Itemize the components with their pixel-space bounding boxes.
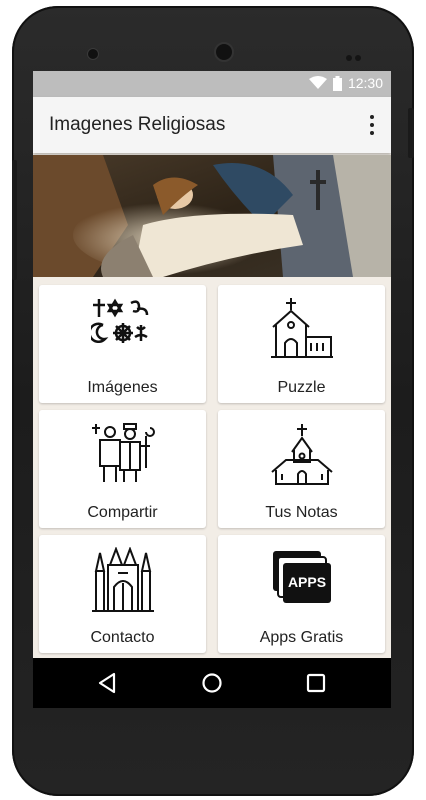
app-bar: Imagenes Religiosas: [33, 97, 391, 153]
tile-label: Imágenes: [87, 379, 158, 396]
earpiece-speaker: [214, 42, 234, 62]
status-time: 12:30: [347, 75, 383, 91]
back-icon[interactable]: [95, 670, 121, 696]
tile-label: Contacto: [90, 629, 155, 646]
cathedral-icon: [91, 547, 154, 612]
tile-tus-notas[interactable]: Tus Notas: [218, 410, 385, 528]
volume-button: [12, 160, 17, 280]
recents-icon[interactable]: [303, 670, 329, 696]
apps-stack-icon: APPS: [272, 551, 331, 603]
battery-icon: [332, 75, 342, 91]
power-button: [408, 108, 414, 158]
tile-apps-gratis[interactable]: APPS Apps Gratis: [218, 535, 385, 653]
wifi-icon: [308, 76, 327, 89]
tile-label: Compartir: [87, 504, 158, 521]
religion-symbols-icon: [90, 298, 148, 343]
chapel-icon: [270, 424, 333, 485]
front-camera: [87, 48, 99, 60]
status-bar: 12:30: [33, 71, 391, 97]
banner-image: [33, 155, 391, 277]
tile-label: Puzzle: [277, 379, 326, 396]
tile-label: Apps Gratis: [259, 629, 344, 646]
religious-painting: [33, 155, 391, 277]
church-icon: [270, 298, 333, 358]
home-icon[interactable]: [199, 670, 225, 696]
tile-label: Tus Notas: [265, 504, 338, 521]
tile-imagenes[interactable]: Imágenes: [39, 285, 206, 403]
apps-text: APPS: [287, 574, 325, 590]
more-vert-icon[interactable]: [363, 113, 381, 137]
tile-puzzle[interactable]: Puzzle: [218, 285, 385, 403]
screen: 12:30 Imagenes Religiosas Imágenes Puzzl…: [33, 71, 391, 708]
tile-compartir[interactable]: Compartir: [39, 410, 206, 528]
app-title: Imagenes Religiosas: [49, 114, 226, 135]
clergy-people-icon: [91, 423, 155, 482]
tile-contacto[interactable]: Contacto: [39, 535, 206, 653]
sensors: [346, 48, 366, 61]
navigation-bar: [33, 658, 391, 708]
